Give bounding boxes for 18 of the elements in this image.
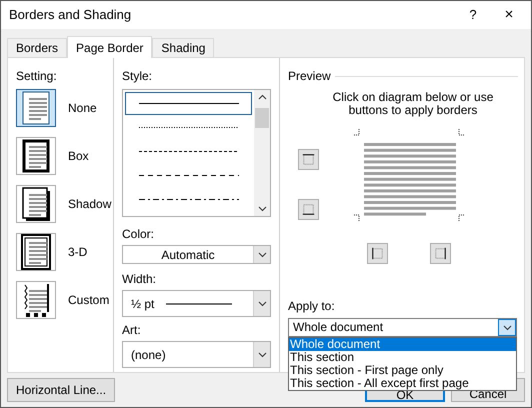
setting-label: 3-D: [68, 244, 88, 261]
dropdown-value: Whole document: [292, 319, 384, 336]
field-label: Color:: [122, 226, 156, 243]
setting-label: Custom: [68, 292, 110, 309]
dropdown-value: ½ pt: [131, 296, 154, 312]
field-label: Art:: [122, 322, 142, 339]
field-label: Width:: [122, 271, 158, 288]
section-label: Preview: [288, 68, 331, 85]
section-label: Setting:: [16, 68, 58, 85]
setting-label: None: [68, 100, 97, 117]
field-label: Apply to:: [288, 298, 336, 315]
dropdown-value: Automatic: [161, 246, 215, 264]
dropdown-value: (none): [131, 347, 166, 364]
preview-hint: Click on diagram below or use buttons to apply borders: [332, 91, 494, 117]
setting-label: Shadow: [68, 196, 112, 213]
window-title: Borders and Shading: [9, 6, 132, 24]
section-label: Style:: [122, 68, 154, 85]
setting-label: Box: [68, 148, 89, 165]
